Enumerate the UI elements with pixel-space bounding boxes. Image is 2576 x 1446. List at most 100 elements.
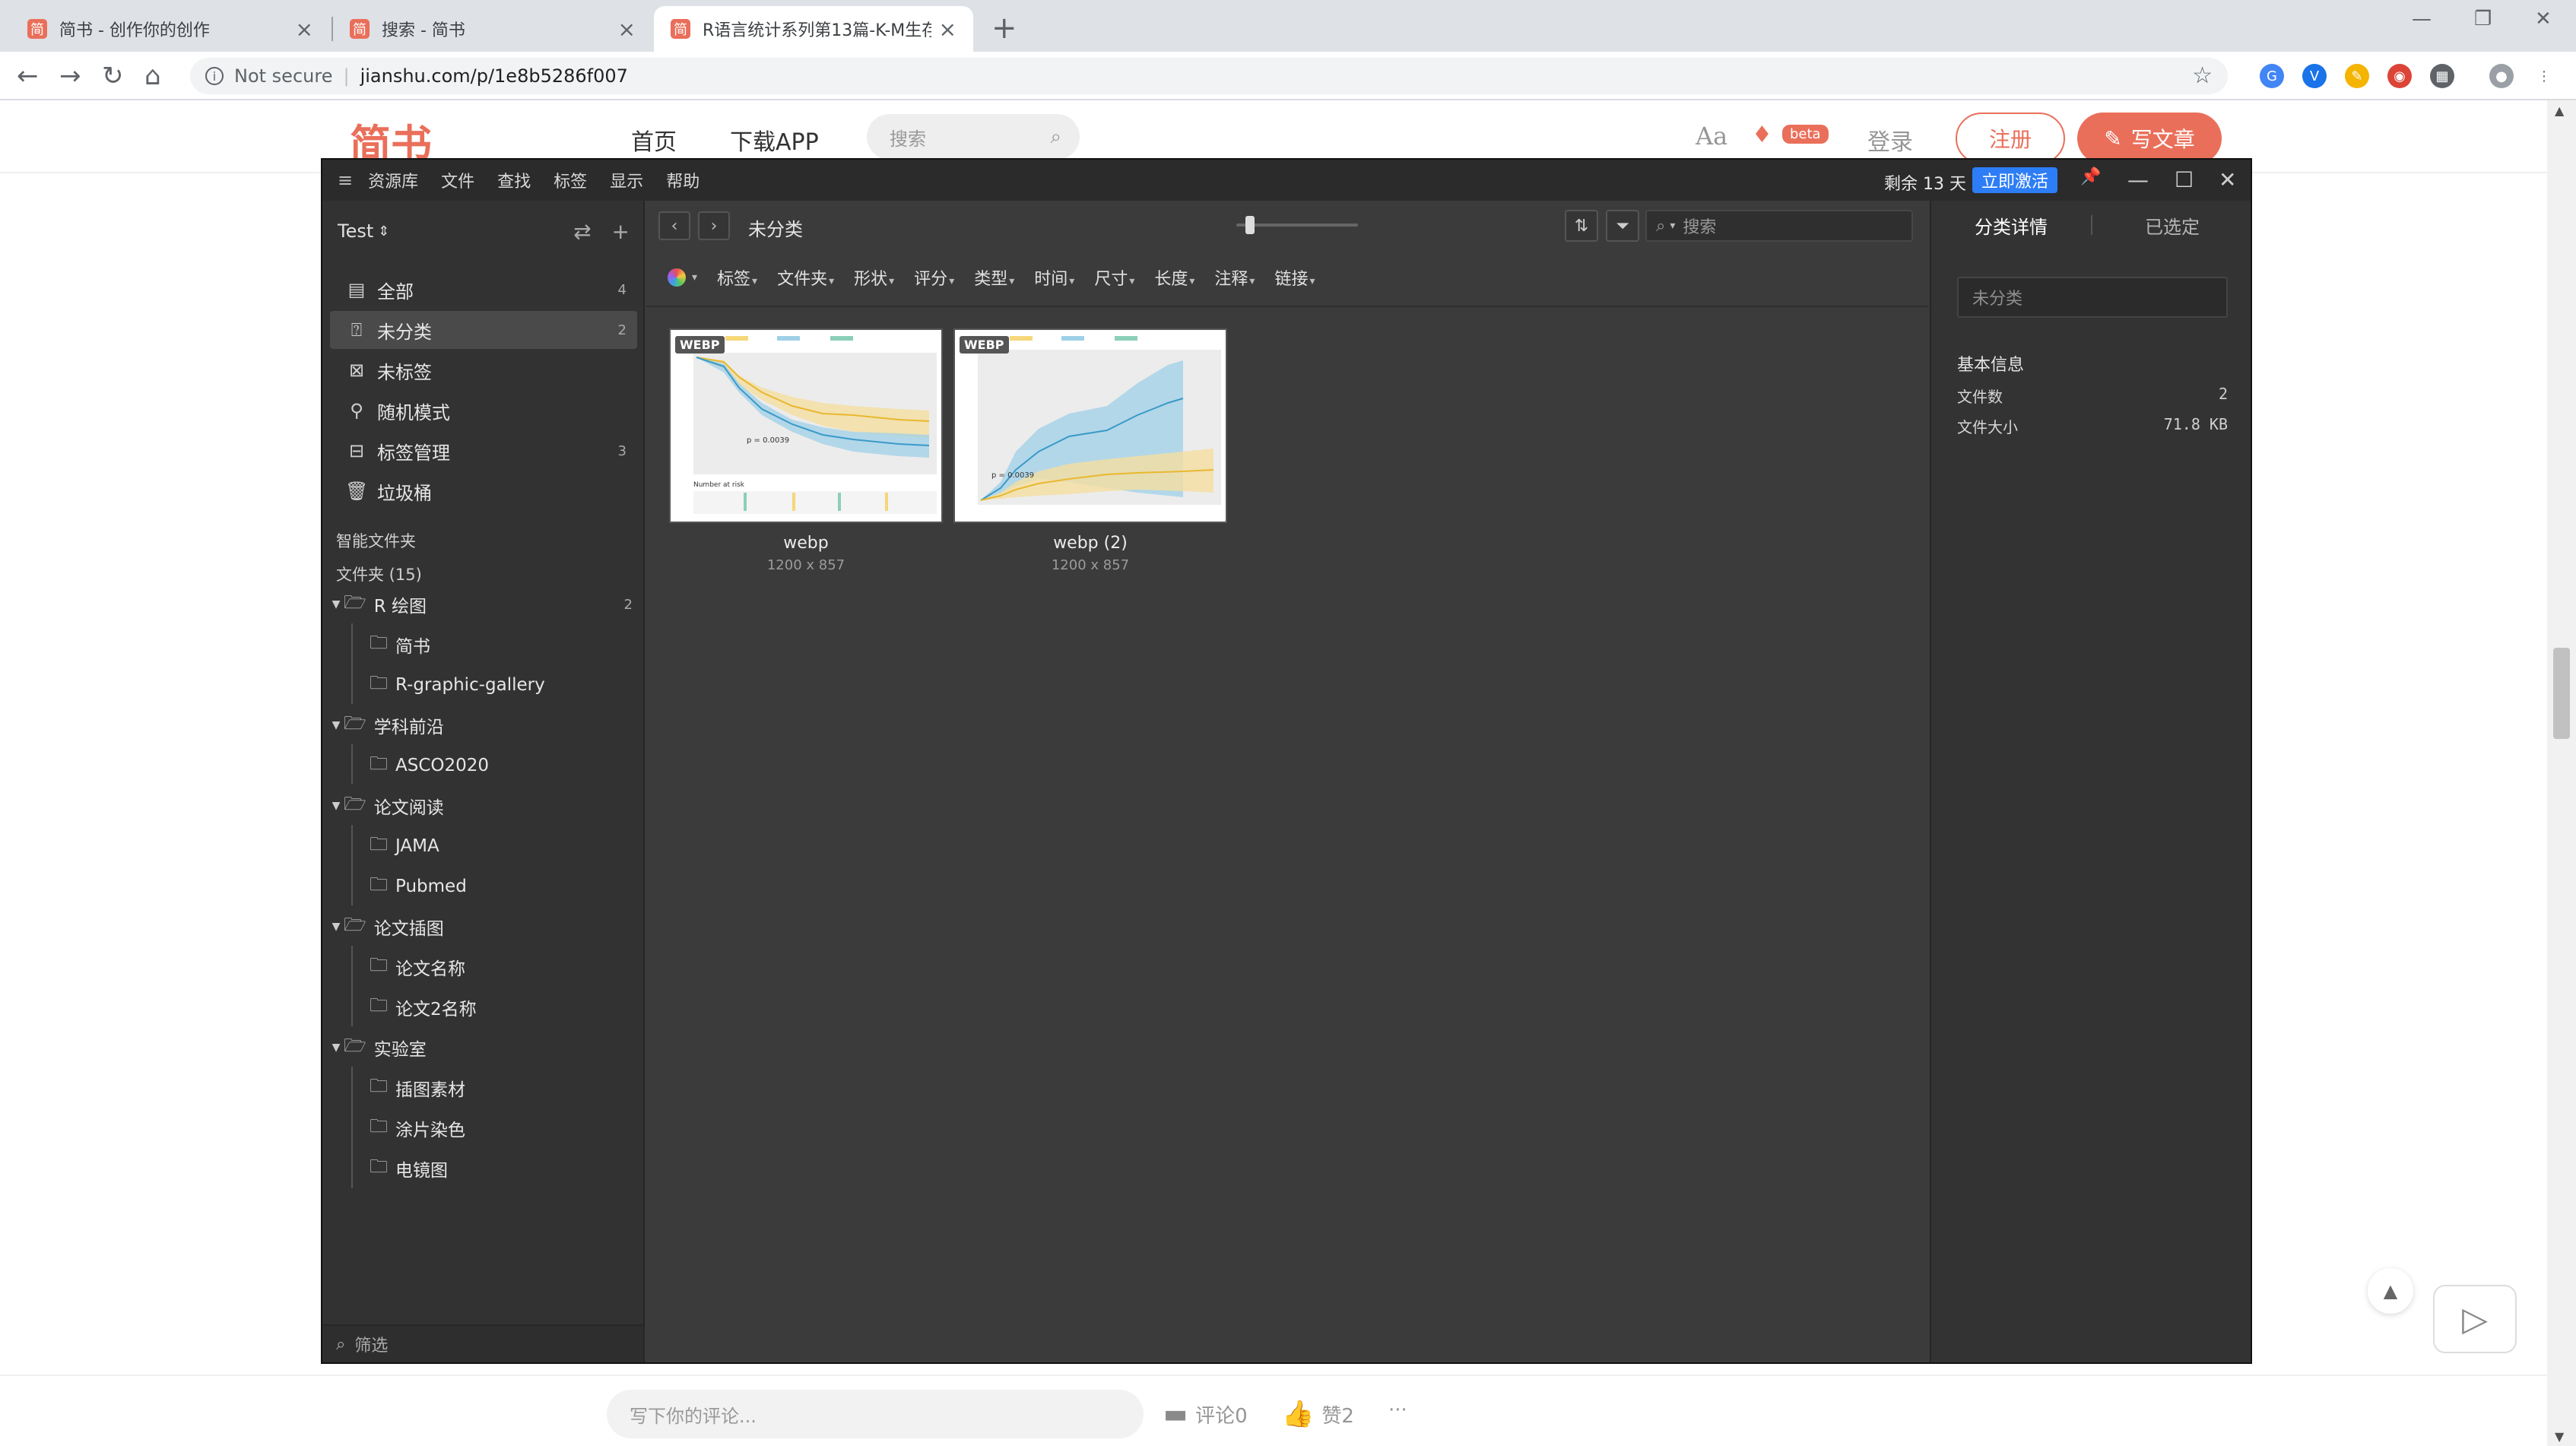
sidebar-item-untagged[interactable]: ⊠ 未标签 (330, 351, 637, 389)
menu-kebab-icon[interactable]: ⋮ (2532, 64, 2556, 88)
close-tab-icon[interactable]: × (618, 17, 636, 42)
scrollbar-thumb[interactable] (2553, 648, 2570, 739)
comment-input[interactable]: 写下你的评论... (607, 1390, 1144, 1438)
asset-thumbnail[interactable]: p = 0.0039 Number at risk WEBP (669, 328, 943, 523)
browser-tab-2[interactable]: 简 搜索 - 简书 × (333, 6, 652, 52)
expand-caret-icon[interactable]: ▼ (328, 800, 344, 812)
main-search-input[interactable]: ⌕ ▾ 搜索 (1645, 210, 1913, 242)
extension-g-icon[interactable]: G (2260, 64, 2284, 88)
expand-caret-icon[interactable]: ▼ (328, 719, 344, 731)
nav-back-button[interactable]: ‹ (658, 211, 690, 240)
smart-folders-header[interactable]: 智能文件夹 (336, 529, 416, 552)
browser-tab-1[interactable]: 简 简书 - 创作你的创作 × (11, 6, 330, 52)
folder-paper-reading[interactable]: ▼ 🗁 论文阅读 (328, 787, 640, 825)
sidebar-item-tag-manage[interactable]: ⊟ 标签管理 3 (330, 432, 637, 470)
app-minimize-icon[interactable]: — (2127, 167, 2149, 192)
video-play-widget[interactable]: ▷ (2433, 1285, 2517, 1353)
back-to-top-button[interactable]: ▲ (2368, 1268, 2413, 1314)
menu-library[interactable]: 资源库 (368, 168, 418, 192)
menu-find[interactable]: 查找 (497, 168, 531, 192)
font-size-toggle[interactable]: Aa (1696, 122, 1727, 151)
restore-window-icon[interactable]: ❐ (2474, 8, 2492, 30)
folder-paper-figures[interactable]: ▼ 🗁 论文插图 (328, 908, 640, 946)
filter-link[interactable]: 链接 ▾ (1274, 265, 1315, 290)
sidebar-filter-input[interactable]: ⌕ 筛选 (322, 1324, 643, 1362)
like-button[interactable]: 👍 赞2 (1282, 1399, 1354, 1429)
minimize-window-icon[interactable]: — (2412, 8, 2432, 30)
address-bar[interactable]: i Not secure | jianshu.com/p/1e8b5286f00… (190, 58, 2228, 94)
nav-forward-button[interactable]: › (698, 211, 730, 240)
menu-file[interactable]: 文件 (441, 168, 474, 192)
filter-annotation[interactable]: 注释 ▾ (1214, 265, 1255, 290)
library-switcher[interactable]: Test ⇕ ⇄ + (338, 216, 630, 246)
folder-electron-microscopy[interactable]: 🗀 电镜图 (370, 1150, 636, 1188)
filter-shape[interactable]: 形状 ▾ (854, 265, 894, 290)
folder-paper2-name[interactable]: 🗀 论文2名称 (370, 988, 636, 1026)
bookmark-star-icon[interactable]: ☆ (2192, 62, 2213, 89)
asset-thumbnail[interactable]: p = 0.0039 WEBP (953, 328, 1227, 523)
extension-puzzle-icon[interactable]: ▦ (2430, 64, 2454, 88)
search-icon[interactable]: ⌕ (1050, 125, 1061, 149)
folder-paper-name[interactable]: 🗀 论文名称 (370, 948, 636, 986)
extension-pen-icon[interactable]: ✎ (2345, 64, 2369, 88)
tab-selected[interactable]: 已选定 (2092, 212, 2252, 239)
diamond-icon[interactable]: ♦ (1752, 122, 1772, 148)
folder-figure-materials[interactable]: 🗀 插图素材 (370, 1069, 636, 1107)
folders-header[interactable]: 文件夹 (15) (336, 563, 422, 585)
folder-jianshu[interactable]: 🗀 简书 (370, 626, 636, 664)
add-icon[interactable]: + (612, 219, 630, 244)
asset-card[interactable]: p = 0.0039 Number at risk WEBP webp 1200… (669, 328, 943, 573)
forward-icon[interactable]: → (59, 61, 81, 91)
browser-tab-3-active[interactable]: 简 R语言统计系列第13篇-K-M生存分 × (654, 6, 973, 52)
sidebar-item-trash[interactable]: 🗑 垃圾桶 (330, 472, 637, 510)
register-button[interactable]: 注册 (1956, 113, 2065, 164)
reload-icon[interactable]: ↻ (102, 61, 124, 91)
page-scrollbar[interactable]: ▲ ▼ (2547, 100, 2576, 1446)
filter-time[interactable]: 时间 ▾ (1034, 265, 1074, 290)
thumbnail-size-slider[interactable] (1236, 216, 1358, 234)
scroll-up-arrow-icon[interactable]: ▲ (2555, 103, 2564, 118)
sidebar-item-uncategorized[interactable]: ⍰ 未分类 2 (330, 311, 637, 349)
pin-icon[interactable]: 📌 (2080, 167, 2101, 186)
extension-v-icon[interactable]: V (2302, 64, 2327, 88)
app-maximize-icon[interactable]: ☐ (2175, 167, 2194, 192)
close-tab-icon[interactable]: × (939, 17, 956, 42)
asset-card[interactable]: p = 0.0039 WEBP webp (2) 1200 x 857 (953, 328, 1227, 573)
close-window-icon[interactable]: ✕ (2535, 8, 2552, 30)
sort-button[interactable]: ⇅ (1565, 210, 1598, 242)
filter-size[interactable]: 尺寸 ▾ (1094, 265, 1134, 290)
sidebar-item-random[interactable]: ⚲ 随机模式 (330, 392, 637, 430)
write-article-button[interactable]: ✎ 写文章 (2077, 113, 2222, 164)
expand-caret-icon[interactable]: ▼ (328, 921, 344, 933)
menu-tags[interactable]: 标签 (554, 168, 587, 192)
sidebar-item-all[interactable]: ▤ 全部 4 (330, 271, 637, 309)
color-filter-icon[interactable] (668, 268, 686, 287)
info-icon[interactable]: i (205, 67, 224, 85)
back-icon[interactable]: ← (17, 61, 39, 91)
profile-avatar-icon[interactable]: ● (2489, 64, 2514, 88)
hamburger-menu-icon[interactable]: ≡ (338, 170, 353, 191)
folder-lab[interactable]: ▼ 🗁 实验室 (328, 1029, 640, 1067)
menu-help[interactable]: 帮助 (666, 168, 700, 192)
menu-view[interactable]: 显示 (610, 168, 643, 192)
folder-r-graphic-gallery[interactable]: 🗀 R-graphic-gallery (370, 666, 636, 704)
folder-r-plots[interactable]: ▼ 🗁 R 绘图 2 (328, 585, 640, 623)
filter-tags[interactable]: 标签 ▾ (717, 265, 757, 290)
folder-pubmed[interactable]: 🗀 Pubmed (370, 867, 636, 905)
folder-smear-staining[interactable]: 🗀 涂片染色 (370, 1109, 636, 1147)
expand-caret-icon[interactable]: ▼ (328, 1042, 344, 1054)
home-icon[interactable]: ⌂ (144, 61, 161, 91)
filter-length[interactable]: 长度 ▾ (1154, 265, 1194, 290)
scroll-down-arrow-icon[interactable]: ▼ (2555, 1429, 2564, 1444)
new-tab-button[interactable]: + (991, 11, 1017, 46)
nav-download-app-link[interactable]: 下载APP (730, 123, 819, 157)
close-tab-icon[interactable]: × (296, 17, 313, 42)
swap-icon[interactable]: ⇄ (573, 219, 591, 244)
jianshu-search-input[interactable]: 搜索 ⌕ (867, 114, 1080, 160)
activate-now-button[interactable]: 立即激活 (1972, 167, 2058, 193)
login-link[interactable]: 登录 (1867, 123, 1913, 157)
category-name-field[interactable]: 未分类 (1957, 277, 2228, 318)
app-close-icon[interactable]: ✕ (2219, 167, 2236, 192)
extension-red-icon[interactable]: ◉ (2387, 64, 2412, 88)
expand-caret-icon[interactable]: ▼ (328, 598, 344, 610)
